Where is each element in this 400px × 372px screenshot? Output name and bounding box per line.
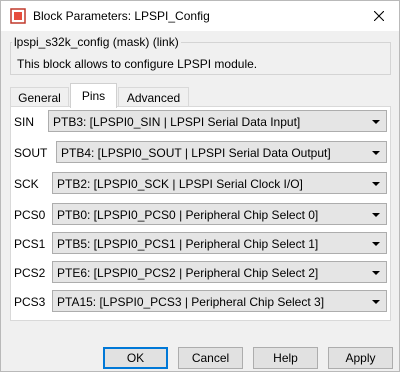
window-title: Block Parameters: LPSPI_Config xyxy=(33,9,210,23)
chevron-down-icon xyxy=(372,242,380,246)
chevron-down-icon xyxy=(372,213,380,217)
pin-label: SIN xyxy=(14,115,35,129)
selected-value: PTB3: [LPSPI0_SIN | LPSPI Serial Data In… xyxy=(53,115,301,129)
pin-label: PCS1 xyxy=(14,237,46,251)
pin-label: SOUT xyxy=(14,146,48,160)
selected-value: PTB0: [LPSPI0_PCS0 | Peripheral Chip Sel… xyxy=(57,208,319,222)
sin-select[interactable]: PTB3: [LPSPI0_SIN | LPSPI Serial Data In… xyxy=(48,110,387,132)
pin-row-pcs3: PCS3 PTA15: [LPSPI0_PCS3 | Peripheral Ch… xyxy=(11,290,392,314)
title-bar[interactable]: Block Parameters: LPSPI_Config xyxy=(1,1,399,31)
pin-label: SCK xyxy=(14,177,39,191)
pin-label: PCS2 xyxy=(14,266,46,280)
selected-value: PTA15: [LPSPI0_PCS3 | Peripheral Chip Se… xyxy=(57,295,325,309)
tab-label: Advanced xyxy=(126,90,181,105)
mask-link-label[interactable]: lpspi_s32k_config (mask) (link) xyxy=(12,35,181,49)
tab-label: General xyxy=(18,90,61,105)
block-parameters-dialog: Block Parameters: LPSPI_Config lpspi_s32… xyxy=(0,0,400,372)
pcs1-select[interactable]: PTB5: [LPSPI0_PCS1 | Peripheral Chip Sel… xyxy=(52,232,387,254)
tab-advanced[interactable]: Advanced xyxy=(118,87,189,107)
pin-row-pcs0: PCS0 PTB0: [LPSPI0_PCS0 | Peripheral Chi… xyxy=(11,203,392,227)
pin-label: PCS3 xyxy=(14,295,46,309)
selected-value: PTB2: [LPSPI0_SCK | LPSPI Serial Clock I… xyxy=(57,177,303,191)
tab-general[interactable]: General xyxy=(10,87,69,107)
pins-panel: SIN PTB3: [LPSPI0_SIN | LPSPI Serial Dat… xyxy=(10,106,391,321)
help-button[interactable]: Help xyxy=(253,347,318,369)
tab-label: Pins xyxy=(81,89,106,103)
pin-row-sin: SIN PTB3: [LPSPI0_SIN | LPSPI Serial Dat… xyxy=(11,110,392,134)
chevron-down-icon xyxy=(372,182,380,186)
selected-value: PTB5: [LPSPI0_PCS1 | Peripheral Chip Sel… xyxy=(57,237,319,251)
pcs0-select[interactable]: PTB0: [LPSPI0_PCS0 | Peripheral Chip Sel… xyxy=(52,203,387,225)
pin-row-pcs1: PCS1 PTB5: [LPSPI0_PCS1 | Peripheral Chi… xyxy=(11,232,392,256)
pin-row-sout: SOUT PTB4: [LPSPI0_SOUT | LPSPI Serial D… xyxy=(11,141,392,165)
ok-button[interactable]: OK xyxy=(103,347,168,369)
apply-button[interactable]: Apply xyxy=(328,347,393,369)
chevron-down-icon xyxy=(372,151,380,155)
chevron-down-icon xyxy=(372,300,380,304)
chevron-down-icon xyxy=(372,271,380,275)
sout-select[interactable]: PTB4: [LPSPI0_SOUT | LPSPI Serial Data O… xyxy=(56,141,387,163)
pcs2-select[interactable]: PTE6: [LPSPI0_PCS2 | Peripheral Chip Sel… xyxy=(52,261,387,283)
sck-select[interactable]: PTB2: [LPSPI0_SCK | LPSPI Serial Clock I… xyxy=(52,172,387,194)
close-icon xyxy=(374,11,384,21)
pin-row-sck: SCK PTB2: [LPSPI0_SCK | LPSPI Serial Clo… xyxy=(11,172,392,196)
selected-value: PTB4: [LPSPI0_SOUT | LPSPI Serial Data O… xyxy=(61,146,331,160)
simulink-block-icon xyxy=(10,8,26,24)
cancel-button[interactable]: Cancel xyxy=(178,347,243,369)
selected-value: PTE6: [LPSPI0_PCS2 | Peripheral Chip Sel… xyxy=(57,266,319,280)
pin-row-pcs2: PCS2 PTE6: [LPSPI0_PCS2 | Peripheral Chi… xyxy=(11,261,392,285)
chevron-down-icon xyxy=(372,120,380,124)
pin-label: PCS0 xyxy=(14,208,46,222)
block-description: This block allows to configure LPSPI mod… xyxy=(17,57,258,71)
close-button[interactable] xyxy=(359,1,399,31)
pcs3-select[interactable]: PTA15: [LPSPI0_PCS3 | Peripheral Chip Se… xyxy=(52,290,387,312)
tab-pins[interactable]: Pins xyxy=(70,83,117,108)
